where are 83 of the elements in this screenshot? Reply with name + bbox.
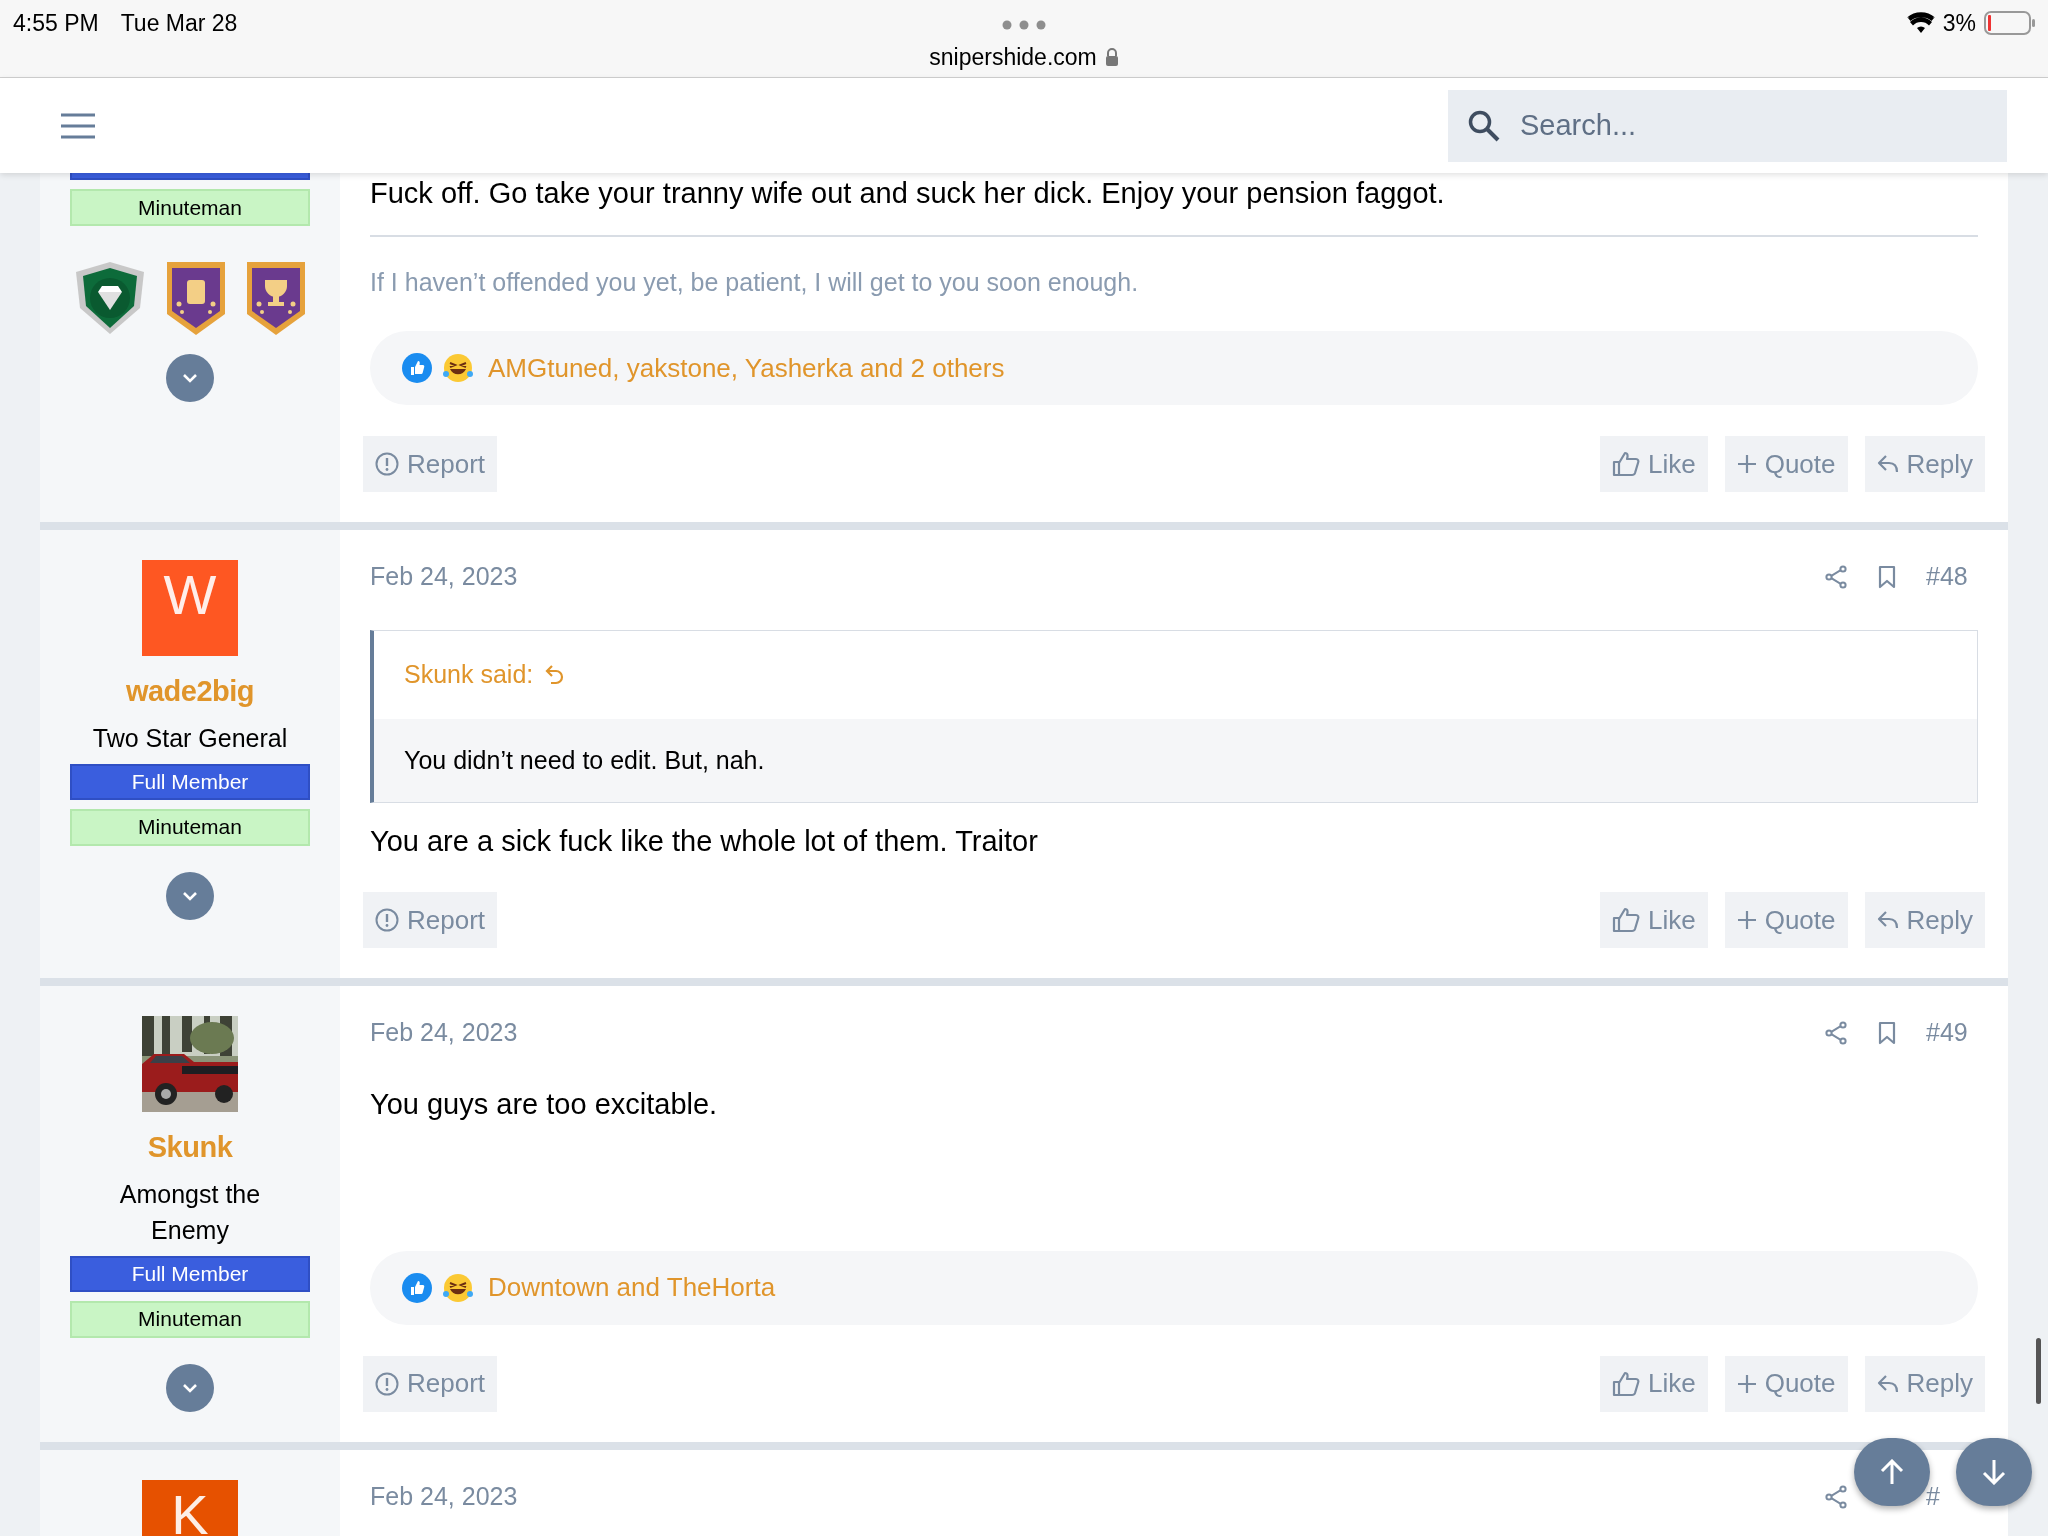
wifi-icon <box>1906 12 1935 35</box>
scroll-down-button[interactable] <box>1956 1438 2032 1506</box>
like-button[interactable]: Like <box>1600 436 1708 492</box>
user-title: Two Star General <box>91 722 289 754</box>
reply-arrow-icon <box>1876 910 1899 930</box>
post-message: You guys are too excitable. <box>370 1087 719 1122</box>
username-link[interactable]: wade2big <box>125 670 255 714</box>
arrow-down-icon <box>1982 1459 2006 1485</box>
battery-percent: 3% <box>1942 9 1976 38</box>
like-reaction-icon <box>402 1272 432 1303</box>
expand-button[interactable] <box>166 1363 214 1412</box>
plus-icon <box>1736 910 1757 930</box>
chevron-down-icon <box>182 1382 198 1393</box>
expand-button[interactable] <box>166 354 214 402</box>
status-time: 4:55 PM <box>13 9 99 38</box>
quote-button[interactable]: Quote <box>1724 892 1848 948</box>
report-button[interactable]: Report <box>363 436 498 492</box>
quote-button[interactable]: Quote <box>1724 436 1848 492</box>
alert-icon <box>375 908 399 932</box>
diamond-shield-icon <box>74 260 146 336</box>
alert-icon <box>375 452 399 476</box>
share-icon[interactable] <box>1824 565 1848 589</box>
search-field[interactable]: Search... <box>1448 89 2007 162</box>
quote-author-link[interactable]: Skunk said: <box>404 656 534 694</box>
post-number-link[interactable]: # <box>1926 1477 1940 1516</box>
status-date: Tue Mar 28 <box>120 9 238 38</box>
like-button[interactable]: Like <box>1600 1355 1708 1412</box>
reaction-names[interactable]: Downtown and TheHorta <box>488 1268 776 1307</box>
menu-icon[interactable] <box>60 112 96 139</box>
post-date[interactable]: Feb 24, 2023 <box>370 1477 518 1516</box>
scrollbar-thumb[interactable] <box>2036 1338 2041 1404</box>
post-number-link[interactable]: #48 <box>1926 558 1968 596</box>
report-button[interactable]: Report <box>363 1355 498 1412</box>
reply-button[interactable]: Reply <box>1864 436 1985 492</box>
vest-badge-icon <box>166 260 226 336</box>
user-avatar[interactable]: W <box>142 560 238 656</box>
report-button[interactable]: Report <box>363 892 498 948</box>
reply-button[interactable]: Reply <box>1864 1355 1985 1412</box>
post-message: Fuck off. Go take your tranny wife out and suck her dick. Enjoy your pension faggot. <box>370 176 1446 211</box>
thumbs-up-icon <box>1612 907 1640 933</box>
post-number-link[interactable]: #49 <box>1926 1014 1968 1052</box>
thumbs-up-icon <box>1612 451 1640 477</box>
post-message: You are a sick fuck like the whole lot of them. Traitor <box>370 824 1039 859</box>
rank-banner: Minuteman <box>70 808 310 846</box>
trophy-badge-icon <box>246 260 306 336</box>
lock-icon <box>1104 48 1119 67</box>
member-banner: Full Member <box>70 763 310 800</box>
plus-icon <box>1736 454 1757 474</box>
bookmark-icon[interactable] <box>1878 1021 1896 1045</box>
user-avatar[interactable]: K <box>142 1479 238 1536</box>
reply-button[interactable]: Reply <box>1864 892 1985 948</box>
username-link[interactable]: Skunk <box>147 1126 233 1170</box>
reply-arrow-icon <box>1876 454 1899 474</box>
rank-banner: Minuteman <box>70 1300 310 1338</box>
post-date[interactable]: Feb 24, 2023 <box>370 1014 518 1052</box>
thumbs-up-icon <box>1612 1370 1640 1397</box>
url-text[interactable]: snipershide.com <box>929 40 1097 75</box>
search-icon <box>1468 109 1500 142</box>
laughing-emoji-icon <box>442 352 474 384</box>
post-date[interactable]: Feb 24, 2023 <box>370 558 518 596</box>
return-arrow-icon[interactable] <box>545 664 566 686</box>
laughing-emoji-icon <box>442 1271 474 1304</box>
reaction-names[interactable]: AMGtuned, yakstone, Yasherka and 2 others <box>488 348 1005 388</box>
quote-text: You didn’t need to edit. But, nah. <box>404 744 765 776</box>
chevron-down-icon <box>182 373 198 383</box>
battery-icon <box>1984 11 2036 36</box>
alert-icon <box>375 1371 399 1396</box>
signature-text: If I haven’t offended you yet, be patient, I will get to you soon enough. <box>370 267 1140 298</box>
plus-icon <box>1736 1373 1757 1394</box>
like-button[interactable]: Like <box>1600 892 1708 948</box>
chevron-down-icon <box>182 890 198 901</box>
reply-arrow-icon <box>1876 1373 1899 1394</box>
share-icon[interactable] <box>1824 1021 1848 1045</box>
share-icon[interactable] <box>1824 1484 1848 1509</box>
expand-button[interactable] <box>166 871 214 920</box>
like-reaction-icon <box>402 353 432 383</box>
more-icon[interactable] <box>1002 20 1046 30</box>
member-banner: Full Member <box>70 1255 310 1292</box>
quote-button[interactable]: Quote <box>1724 1355 1848 1412</box>
bookmark-icon[interactable] <box>1878 565 1896 589</box>
rank-banner: Minuteman <box>70 189 310 226</box>
user-title: Amongst the Enemy <box>118 1178 262 1246</box>
arrow-up-icon <box>1880 1459 1904 1485</box>
